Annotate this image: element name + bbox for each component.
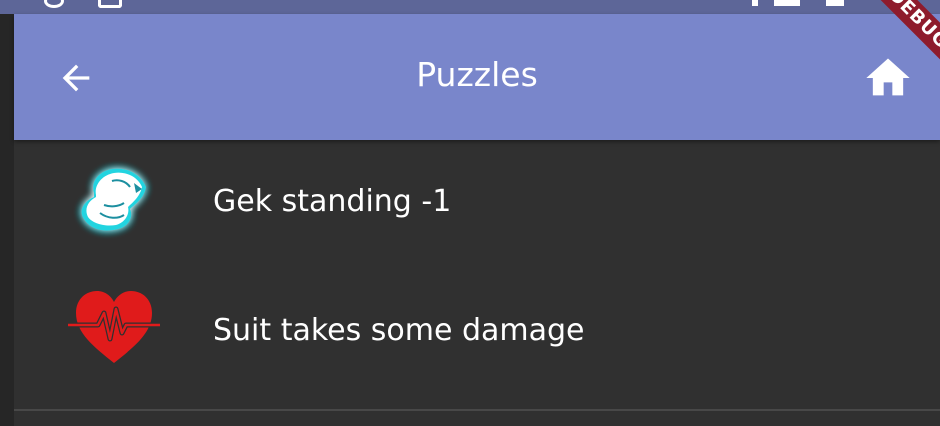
home-icon bbox=[866, 58, 910, 96]
list-item[interactable]: Gek standing -1 bbox=[14, 140, 940, 265]
left-edge-strip bbox=[0, 0, 14, 426]
status-notification-icon bbox=[44, 0, 64, 8]
app-bar: Puzzles bbox=[14, 14, 940, 140]
puzzle-list: Gek standing -1 Suit takes some damage bbox=[14, 140, 940, 410]
battery-icon bbox=[826, 0, 844, 6]
status-app-icon bbox=[98, 0, 122, 8]
item-label: Suit takes some damage bbox=[213, 313, 585, 348]
home-button[interactable] bbox=[860, 54, 916, 102]
list-divider bbox=[14, 409, 940, 411]
item-label: Gek standing -1 bbox=[213, 184, 452, 219]
page-title: Puzzles bbox=[416, 55, 538, 94]
signal-icon bbox=[752, 0, 758, 6]
network-icon bbox=[774, 0, 800, 6]
gek-head-icon bbox=[64, 153, 164, 253]
arrow-back-icon bbox=[62, 64, 90, 92]
list-item[interactable]: Suit takes some damage bbox=[14, 265, 940, 390]
back-button[interactable] bbox=[56, 58, 96, 98]
heartbeat-icon bbox=[64, 275, 164, 375]
status-bar bbox=[0, 0, 940, 14]
